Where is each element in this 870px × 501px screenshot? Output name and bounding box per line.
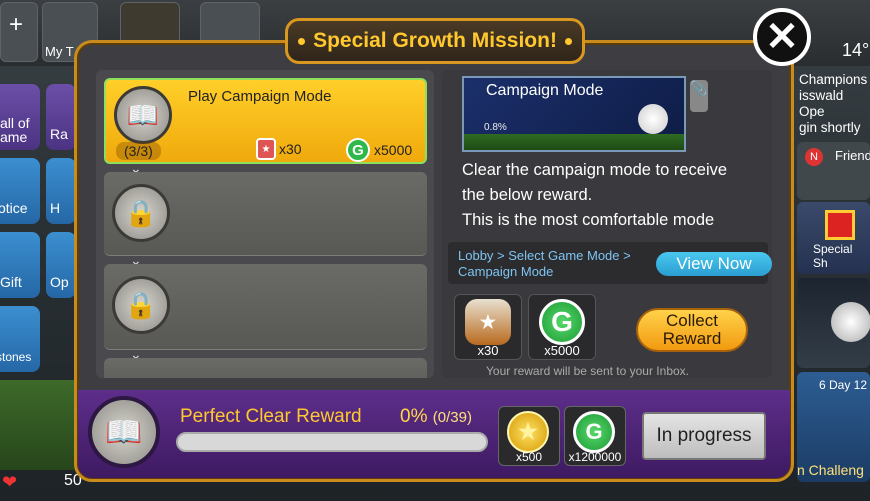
hall-of-fame-button[interactable]: all of ame [0, 84, 40, 150]
collect-reward-button[interactable]: Collect Reward [636, 308, 748, 352]
ball-panel[interactable] [797, 278, 870, 368]
gift-label: Gift [0, 274, 22, 290]
help-label: H [50, 200, 61, 216]
challenge-panel[interactable]: 6 Day 12 n Challeng [797, 372, 870, 482]
reward-slot: G x5000 [528, 294, 596, 360]
modal-title: Special Growth Mission! [285, 18, 585, 64]
help-button[interactable]: H [46, 158, 76, 224]
book-icon: 📖 [88, 396, 160, 468]
challenge-label: n Challeng [797, 462, 864, 478]
description-line: Clear the campaign mode to receive [462, 161, 728, 179]
options-label: Op [50, 274, 69, 290]
options-button[interactable]: Op [46, 232, 76, 298]
notice-label: otice [0, 200, 28, 216]
progress-count: (0/39) [432, 409, 472, 426]
news-line: isswald Ope [799, 88, 844, 119]
g-coin-icon: G [573, 411, 615, 453]
mission-item-locked[interactable] [104, 358, 427, 378]
reward-slot: G x1200000 [564, 406, 626, 466]
mission-item-locked[interactable]: 🔒 [104, 172, 427, 256]
perfect-clear-title: Perfect Clear Reward [180, 406, 362, 427]
paperclip-icon: 📎 [690, 80, 708, 112]
banner-title: Campaign Mode [486, 82, 604, 99]
reward-qty: x30 [477, 343, 499, 358]
g-coin-icon: G [539, 299, 585, 345]
banner-percent: 0.8% [484, 122, 507, 133]
news-line: gin shortly [799, 120, 861, 135]
heart-icon: ❤ [2, 472, 18, 492]
friend-label: Friend [835, 148, 870, 163]
g-coin-icon: G [346, 138, 370, 162]
grass-image [0, 380, 76, 470]
description-line: the below reward. [462, 186, 593, 204]
mission-description: Clear the campaign mode to receive the b… [462, 158, 762, 233]
reward-slot: ★ x500 [498, 406, 560, 466]
milestones-button[interactable]: stones [0, 306, 40, 372]
book-icon: 📖 [114, 86, 172, 144]
add-button[interactable]: + [0, 2, 38, 62]
lock-icon: 🔒 [112, 276, 170, 334]
reward-qty: x500 [515, 450, 543, 464]
progress-percent: 0% [400, 406, 428, 427]
mission-reward-ticket: ★ x30 [256, 138, 302, 160]
mission-detail: Campaign Mode 0.8% 📎 Clear the campaign … [442, 70, 772, 378]
special-shop-panel[interactable]: Special Sh [797, 202, 870, 274]
milestones-label: stones [0, 350, 32, 364]
mission-item-campaign[interactable]: 📖 Play Campaign Mode (3/3) ★ x30 G x5000 [104, 78, 427, 164]
grass-strip [464, 134, 684, 150]
collect-label: Collect [666, 311, 718, 330]
reward-qty: x1200000 [568, 450, 622, 464]
reward-qty: x30 [279, 141, 302, 157]
special-shop-label: Special Sh [813, 242, 853, 270]
perfect-clear-footer: 📖 Perfect Clear Reward 0% (0/39) ★ x500 … [78, 390, 790, 478]
inbox-note: Your reward will be sent to your Inbox. [486, 364, 689, 378]
hall-of-fame-label: all of ame [0, 115, 30, 145]
path-line: Campaign Mode [458, 264, 554, 279]
day-countdown-label: 6 Day 12 [819, 378, 868, 392]
mission-reward-g: G x5000 [346, 138, 412, 162]
collect-label: Reward [662, 329, 722, 348]
title-dot-icon [298, 37, 306, 45]
profile-label: My T [45, 44, 74, 59]
close-x-icon[interactable]: ✕ [753, 8, 811, 66]
lock-icon: 🔒 [112, 184, 170, 242]
in-progress-button[interactable]: In progress [642, 412, 766, 460]
gift-box-icon [825, 210, 855, 240]
perfect-clear-progress-text: 0% (0/39) [400, 406, 472, 428]
title-dot-icon [564, 37, 572, 45]
modal-title-text: Special Growth Mission! [313, 29, 557, 52]
notice-button[interactable]: otice [0, 158, 40, 224]
view-now-button[interactable]: View Now [656, 252, 772, 276]
ticket-item-icon: ★ [465, 299, 511, 345]
perfect-clear-progress-bar [176, 432, 488, 452]
news-line: Champions [799, 72, 868, 87]
golf-ball-icon [638, 104, 668, 134]
ranking-button[interactable]: Ra [46, 84, 76, 150]
mission-list[interactable]: 📖 Play Campaign Mode (3/3) ★ x30 G x5000… [96, 70, 434, 378]
reward-slot: ★ x30 [454, 294, 522, 360]
reward-qty: x5000 [544, 343, 580, 358]
navigation-path: Lobby > Select Game Mode > Campaign Mode… [448, 242, 772, 284]
news-ticker[interactable]: Champions isswald Ope gin shortly [799, 72, 870, 136]
reward-qty: x5000 [374, 142, 413, 158]
path-text: Lobby > Select Game Mode > Campaign Mode [458, 248, 648, 280]
gold-star-icon: ★ [507, 411, 549, 453]
mission-progress: (3/3) [116, 142, 161, 160]
mission-item-locked[interactable]: 🔒 [104, 264, 427, 350]
description-line: This is the most comfortable mode [462, 211, 715, 229]
gift-button[interactable]: Gift [0, 232, 40, 298]
ranking-label: Ra [50, 126, 68, 142]
new-badge-icon: N [805, 148, 823, 166]
path-line: Lobby > Select Game Mode > [458, 248, 631, 263]
mission-name: Play Campaign Mode [188, 88, 332, 105]
friend-panel[interactable]: N Friend [797, 142, 870, 200]
golf-ball-icon [831, 302, 870, 342]
right-menu: Champions isswald Ope gin shortly N Frie… [795, 30, 870, 501]
ticket-item-icon: ★ [256, 138, 276, 160]
campaign-banner: Campaign Mode 0.8% [462, 76, 686, 152]
